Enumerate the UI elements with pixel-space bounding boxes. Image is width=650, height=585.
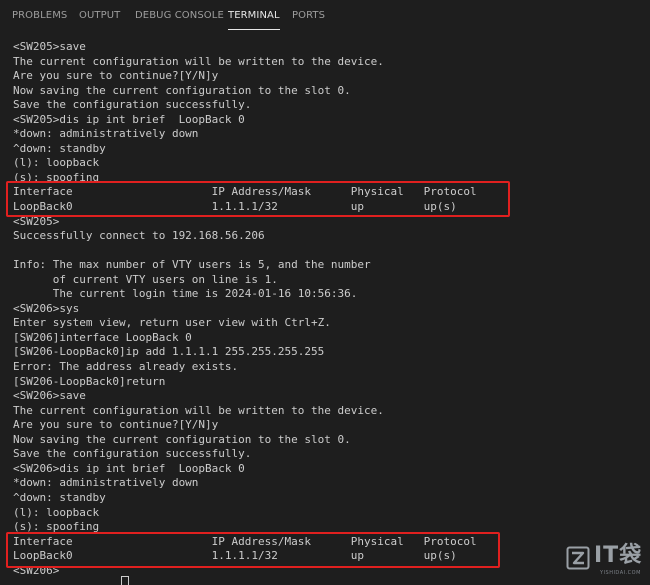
tab-ports[interactable]: PORTS bbox=[292, 10, 325, 26]
terminal-line: Enter system view, return user view with… bbox=[13, 316, 331, 330]
terminal-line: Interface IP Address/Mask Physical Proto… bbox=[13, 534, 477, 548]
watermark-subtext: YISHIDAI.COM bbox=[600, 570, 641, 576]
terminal-line: [SW206]interface LoopBack 0 bbox=[13, 330, 192, 344]
terminal-line: Now saving the current configuration to … bbox=[13, 83, 351, 97]
terminal-line: Save the configuration successfully. bbox=[13, 447, 252, 461]
terminal-line: (l): loopback bbox=[13, 505, 100, 519]
terminal-line: Info: The max number of VTY users is 5, … bbox=[13, 258, 371, 272]
terminal-line: Are you sure to continue?[Y/N]y bbox=[13, 69, 219, 83]
terminal-line: The current login time is 2024-01-16 10:… bbox=[13, 287, 358, 301]
terminal-line: (s): spoofing bbox=[13, 170, 100, 184]
terminal-line: ^down: standby bbox=[13, 490, 106, 504]
terminal-line: *down: administratively down bbox=[13, 476, 199, 490]
terminal-line: [SW206-LoopBack0]ip add 1.1.1.1 255.255.… bbox=[13, 345, 325, 359]
panel-tab-bar: PROBLEMS OUTPUT DEBUG CONSOLE TERMINAL P… bbox=[0, 0, 650, 32]
watermark-text: IT袋 bbox=[594, 543, 643, 568]
terminal-line: (s): spoofing bbox=[13, 520, 100, 534]
terminal-cursor bbox=[121, 576, 129, 585]
terminal-line: ^down: standby bbox=[13, 141, 106, 155]
terminal-line: Save the configuration successfully. bbox=[13, 98, 252, 112]
terminal-line: The current configuration will be writte… bbox=[13, 403, 384, 417]
terminal-line: The current configuration will be writte… bbox=[13, 54, 384, 68]
terminal-line: <SW206>save bbox=[13, 389, 86, 403]
terminal-line: <SW205>dis ip int brief LoopBack 0 bbox=[13, 112, 245, 126]
terminal-line: Error: The address already exists. bbox=[13, 360, 239, 374]
terminal-line: Are you sure to continue?[Y/N]y bbox=[13, 418, 219, 432]
watermark-logo: IT袋 YISHIDAI.COM bbox=[566, 543, 648, 580]
terminal-line: (l): loopback bbox=[13, 156, 100, 170]
tab-problems[interactable]: PROBLEMS bbox=[12, 10, 67, 26]
terminal-line: <SW205> bbox=[13, 214, 60, 228]
terminal-line: of current VTY users on line is 1. bbox=[13, 272, 278, 286]
watermark-z-icon bbox=[566, 546, 590, 570]
terminal-line: Interface IP Address/Mask Physical Proto… bbox=[13, 185, 477, 199]
terminal-line: <SW206>dis ip int brief LoopBack 0 bbox=[13, 461, 245, 475]
tab-debug-console[interactable]: DEBUG CONSOLE bbox=[135, 10, 224, 26]
terminal-line: <SW206>sys bbox=[13, 301, 80, 315]
terminal-line: *down: administratively down bbox=[13, 127, 199, 141]
terminal-line: <SW206> bbox=[13, 563, 60, 577]
terminal-line: LoopBack0 1.1.1.1/32 up up(s) bbox=[13, 200, 457, 214]
tab-output[interactable]: OUTPUT bbox=[79, 10, 120, 26]
tab-terminal[interactable]: TERMINAL bbox=[228, 10, 280, 30]
terminal-line: <SW205>save bbox=[13, 40, 86, 53]
terminal-line: LoopBack0 1.1.1.1/32 up up(s) bbox=[13, 549, 457, 563]
terminal-line: [SW206-LoopBack0]return bbox=[13, 374, 166, 388]
terminal-output[interactable]: <SW205>save The current configuration wil… bbox=[13, 40, 643, 580]
terminal-line: Now saving the current configuration to … bbox=[13, 432, 351, 446]
terminal-line: Successfully connect to 192.168.56.206 bbox=[13, 229, 265, 243]
